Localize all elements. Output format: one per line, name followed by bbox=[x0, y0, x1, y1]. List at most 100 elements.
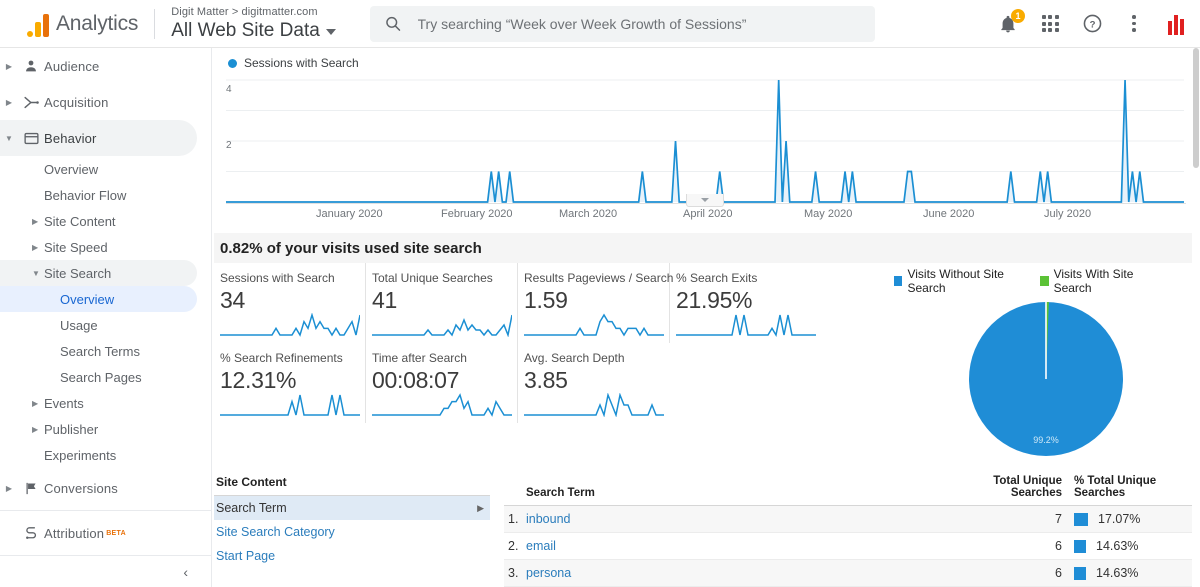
sidebar-label-site-search-overview: Overview bbox=[60, 291, 115, 307]
search-term-link[interactable]: inbound bbox=[526, 512, 571, 526]
metric-card-search-refinements[interactable]: % Search Refinements 12.31% bbox=[214, 343, 366, 423]
sidebar-item-behavior[interactable]: ▼ Behavior bbox=[0, 120, 197, 156]
dimension-label: Site Search Category bbox=[216, 525, 335, 539]
metric-card-sessions-with-search[interactable]: Sessions with Search 34 bbox=[214, 263, 366, 343]
search-term-link[interactable]: persona bbox=[526, 566, 571, 580]
property-name-row[interactable]: All Web Site Data bbox=[171, 19, 336, 42]
metric-sparkline bbox=[524, 393, 664, 417]
metric-sparkline bbox=[220, 313, 360, 337]
x-tick-jun: June 2020 bbox=[923, 208, 975, 220]
person-icon bbox=[18, 58, 44, 74]
dimension-row-start-page[interactable]: Start Page bbox=[214, 544, 490, 568]
sidebar-item-attribution[interactable]: Attribution BETA bbox=[0, 515, 197, 551]
timeline-chart-panel: Sessions with Search 4 2 January 2020 Fe… bbox=[212, 48, 1200, 223]
legend-swatch-without bbox=[894, 276, 903, 286]
global-search[interactable] bbox=[369, 5, 875, 42]
timeline-expand-button[interactable] bbox=[686, 194, 724, 207]
sidebar-item-behavior-flow[interactable]: Behavior Flow bbox=[0, 182, 197, 208]
sidebar-item-conversions[interactable]: ▶ Conversions bbox=[0, 470, 197, 506]
y-tick-2: 2 bbox=[226, 140, 232, 151]
analytics-red-bars-icon bbox=[1168, 13, 1184, 35]
account-switcher[interactable] bbox=[1164, 12, 1188, 36]
cell-search-term: 1. inbound bbox=[504, 505, 974, 533]
chevron-right-icon: ▶ bbox=[32, 216, 39, 226]
apps-button[interactable] bbox=[1038, 12, 1062, 36]
sidebar-item-events[interactable]: ▶ Events bbox=[0, 390, 197, 416]
metric-card-time-after-search[interactable]: Time after Search 00:08:07 bbox=[366, 343, 518, 423]
sidebar-item-site-search[interactable]: ▼ Site Search bbox=[0, 260, 197, 286]
metric-value: 41 bbox=[372, 287, 397, 313]
metric-sparkline bbox=[676, 314, 816, 337]
pie-holder[interactable]: 99.2% bbox=[894, 301, 1198, 457]
column-header-search-term[interactable]: Search Term bbox=[504, 471, 974, 506]
metric-card-total-unique-searches[interactable]: Total Unique Searches 41 bbox=[366, 263, 518, 343]
table-header-row: Search Term Total Unique Searches % Tota… bbox=[504, 471, 1198, 506]
sidebar-item-acquisition[interactable]: ▶ Acquisition bbox=[0, 84, 197, 120]
metric-row-2: % Search Refinements 12.31% Time after S… bbox=[214, 343, 894, 423]
chevron-right-icon: ▶ bbox=[477, 502, 484, 513]
metrics-and-pie: Sessions with Search 34 Total Unique Sea… bbox=[212, 263, 1200, 457]
acquisition-arrow-icon bbox=[18, 94, 44, 111]
metric-sparkline bbox=[220, 394, 360, 416]
property-name: All Web Site Data bbox=[171, 20, 320, 41]
scrollbar-thumb[interactable] bbox=[1193, 48, 1199, 168]
dimension-row-search-term[interactable]: Search Term ▶ bbox=[214, 496, 490, 520]
sidebar-item-search-terms[interactable]: Search Terms bbox=[0, 338, 197, 364]
more-options-button[interactable] bbox=[1122, 12, 1146, 36]
table-row[interactable]: 1. inbound 7 17.07% bbox=[504, 505, 1198, 533]
sidebar-item-site-content[interactable]: ▶ Site Content bbox=[0, 208, 197, 234]
sidebar-item-site-speed[interactable]: ▶ Site Speed bbox=[0, 234, 197, 260]
metric-card-results-pageviews-per-search[interactable]: Results Pageviews / Search 1.59 bbox=[518, 263, 674, 343]
search-input[interactable] bbox=[415, 14, 861, 33]
sidebar-item-publisher[interactable]: ▶ Publisher bbox=[0, 416, 197, 442]
search-term-link[interactable]: email bbox=[526, 539, 556, 553]
chevron-down-icon[interactable] bbox=[325, 29, 336, 35]
sidebar-label-behavior-overview: Overview bbox=[44, 161, 99, 177]
main-scrollbar[interactable] bbox=[1192, 48, 1200, 587]
timeline-svg bbox=[226, 79, 1184, 203]
sidebar-nav: ▶ Audience ▶ Acquisition ▼ Behavior Over… bbox=[0, 48, 212, 587]
sidebar-collapse-button[interactable]: ‹ bbox=[0, 555, 211, 587]
table-body: 1. inbound 7 17.07% 2. email 6 14.63% 3. persona 6… bbox=[504, 505, 1198, 587]
analytics-logo-icon[interactable] bbox=[0, 11, 62, 37]
sidebar-item-experiments[interactable]: Experiments bbox=[0, 442, 197, 468]
metric-card-search-exits[interactable]: % Search Exits 21.95% bbox=[670, 263, 822, 343]
sidebar-label-search-terms: Search Terms bbox=[60, 343, 140, 359]
sidebar-label-behavior-flow: Behavior Flow bbox=[44, 187, 127, 203]
metric-label: Avg. Search Depth bbox=[524, 351, 625, 365]
header-actions: 1 ? bbox=[996, 8, 1200, 36]
sidebar-item-search-pages[interactable]: Search Pages bbox=[0, 364, 197, 390]
column-header-pct-total-unique-searches[interactable]: % Total Unique Searches bbox=[1066, 471, 1198, 506]
timeline-chart[interactable]: 4 2 bbox=[226, 72, 1186, 204]
sidebar-item-site-search-overview[interactable]: Overview bbox=[0, 286, 197, 312]
legend-label-with: Visits With Site Search bbox=[1053, 267, 1134, 295]
pct-bar bbox=[1074, 566, 1086, 580]
table-row[interactable]: 3. persona 6 14.63% bbox=[504, 559, 1198, 587]
table-row[interactable]: 2. email 6 14.63% bbox=[504, 532, 1198, 560]
notifications-button[interactable]: 1 bbox=[996, 8, 1025, 36]
sidebar-item-audience[interactable]: ▶ Audience bbox=[0, 48, 197, 84]
metric-value: 3.85 bbox=[524, 367, 568, 393]
x-tick-jul: July 2020 bbox=[1044, 208, 1092, 220]
legend-visits-with-site-search: Visits With Site Search bbox=[1040, 267, 1156, 295]
metric-label: Results Pageviews / Search bbox=[524, 271, 674, 285]
apps-grid-icon bbox=[1041, 15, 1059, 32]
property-selector[interactable]: Digit Matter > digitmatter.com All Web S… bbox=[171, 5, 336, 42]
timeline-legend: Sessions with Search bbox=[226, 56, 1186, 70]
sidebar-item-site-search-usage[interactable]: Usage bbox=[0, 312, 197, 338]
x-tick-feb: February 2020 bbox=[441, 208, 513, 220]
help-button[interactable]: ? bbox=[1080, 12, 1104, 36]
legend-swatch-with bbox=[1040, 276, 1049, 286]
cell-pct-total-unique-searches: 14.63% bbox=[1066, 532, 1198, 560]
legend-label-without: Visits Without Site Search bbox=[907, 267, 1004, 295]
column-header-total-unique-searches[interactable]: Total Unique Searches bbox=[974, 471, 1066, 506]
chevron-right-icon: ▶ bbox=[5, 61, 13, 71]
metric-card-avg-search-depth[interactable]: Avg. Search Depth 3.85 bbox=[518, 343, 670, 423]
dimension-row-site-search-category[interactable]: Site Search Category bbox=[214, 520, 490, 544]
sidebar-item-behavior-overview[interactable]: Overview bbox=[0, 156, 197, 182]
legend-visits-without-site-search: Visits Without Site Search bbox=[894, 267, 1024, 295]
header-divider bbox=[154, 8, 156, 39]
y-tick-4: 4 bbox=[226, 84, 232, 95]
metric-row-1: Sessions with Search 34 Total Unique Sea… bbox=[214, 263, 894, 343]
logo-bar-large bbox=[43, 13, 49, 37]
